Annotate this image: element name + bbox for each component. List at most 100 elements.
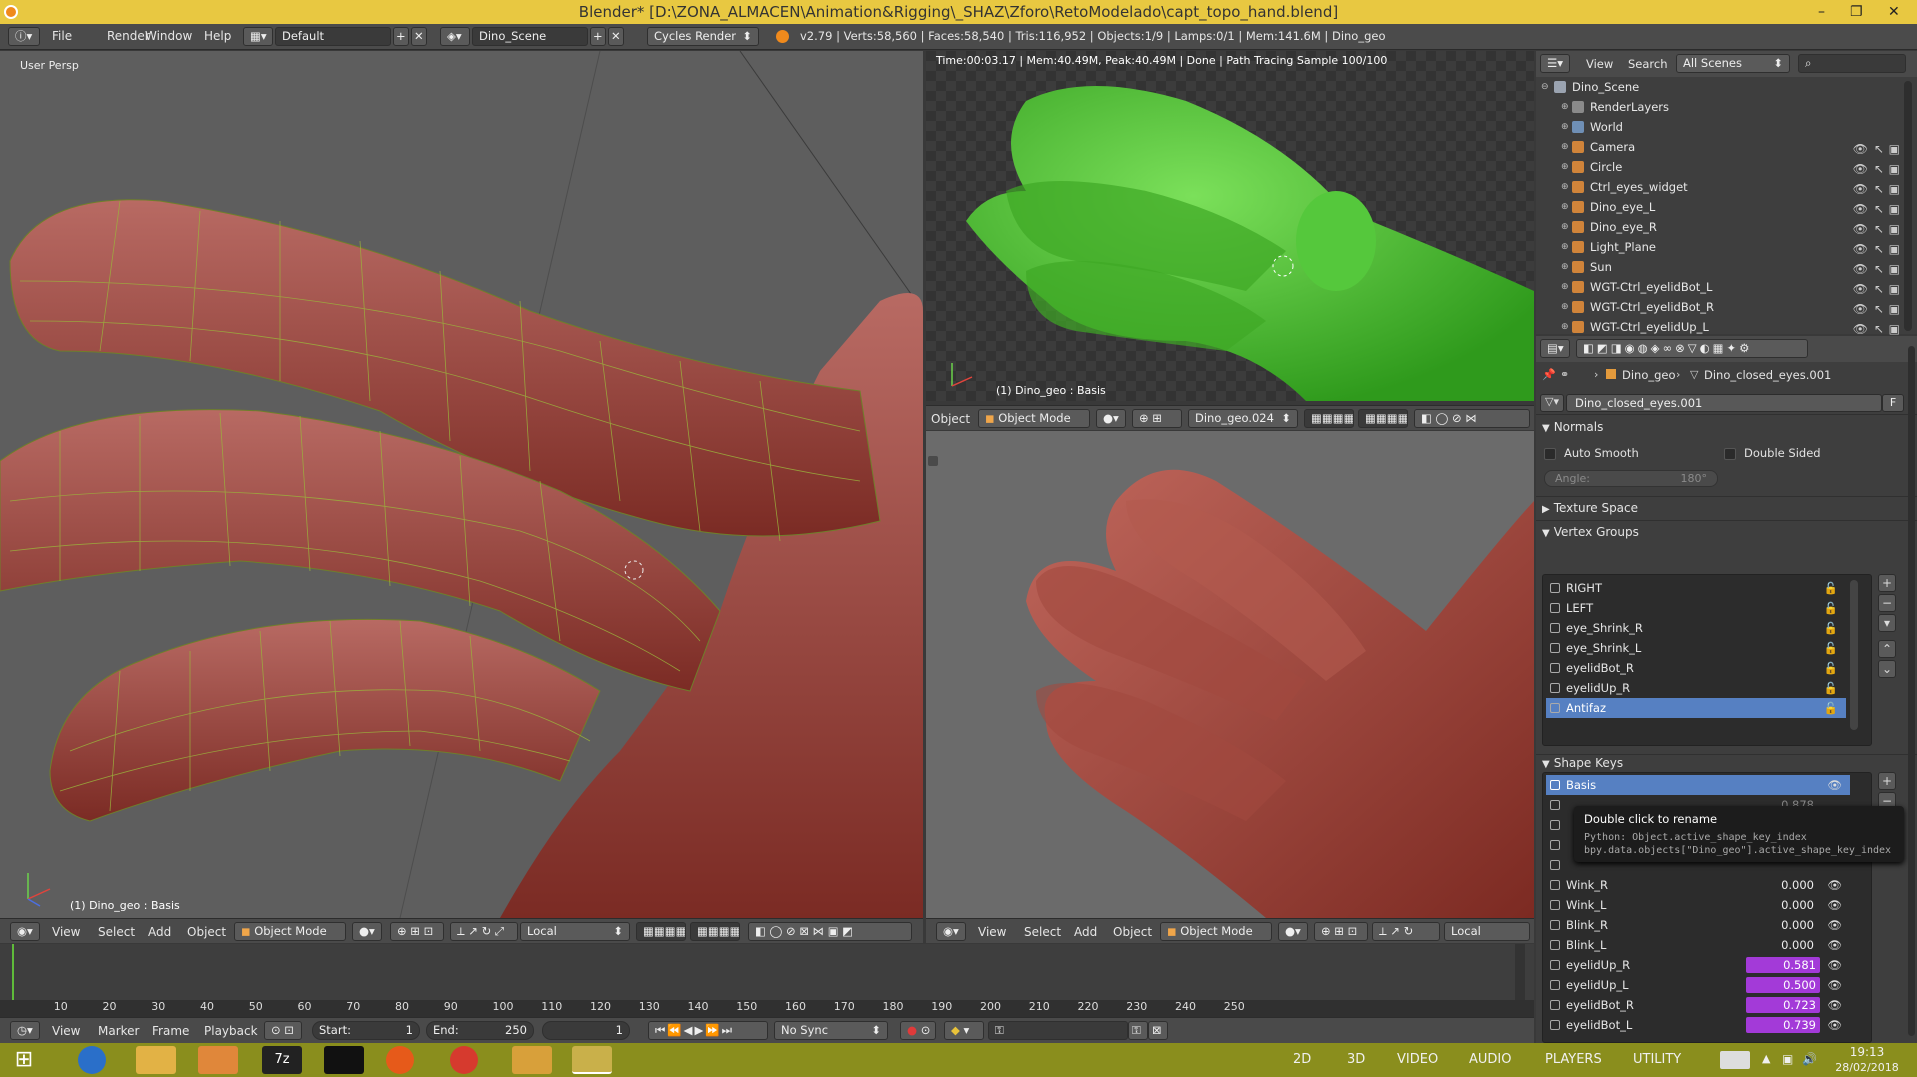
vertex-groups-scrollbar[interactable] (1850, 580, 1858, 730)
clock-time[interactable]: 19:13 (1832, 1045, 1902, 1059)
editor-type-outliner-icon[interactable]: ☰▾ (1540, 54, 1570, 73)
outliner-item[interactable]: ⊕ Light_Plane 👁 ↖ ▣ (1536, 237, 1908, 257)
menu-file[interactable]: File (52, 29, 72, 43)
shape-key-item[interactable]: Wink_L 0.000 👁 (1546, 895, 1850, 915)
terminal-icon[interactable] (324, 1046, 364, 1074)
move-up-icon[interactable]: ⌃ (1878, 640, 1896, 658)
firefox-icon[interactable] (386, 1046, 414, 1074)
selectable-arrow-icon[interactable]: ↖ (1874, 159, 1884, 179)
shape-key-item[interactable]: eyelidBot_L 0.739 👁 (1546, 1015, 1850, 1035)
mesh-browse-icon[interactable]: ▽▾ (1540, 394, 1564, 412)
delete-scene-icon[interactable]: ✕ (608, 27, 624, 46)
visibility-eye-icon[interactable]: 👁 (1853, 259, 1868, 279)
editor-type-3d-icon[interactable]: ◉▾ (936, 922, 966, 941)
shape-key-value[interactable]: 0.000 (1781, 935, 1814, 955)
expand-icon[interactable]: ⊕ (1561, 317, 1569, 337)
minimize-button[interactable]: – (1818, 0, 1825, 24)
keying-set-field[interactable]: ⚿ (988, 1021, 1128, 1040)
outliner-root-row[interactable]: ⊖ Dino_Scene (1536, 77, 1908, 97)
vertex-group-item[interactable]: eye_Shrink_L 🔓 (1546, 638, 1846, 658)
menu-object[interactable]: Object (931, 412, 970, 426)
menu-help[interactable]: Help (204, 29, 231, 43)
vertex-groups-section-header[interactable]: ▼ Vertex Groups (1542, 521, 1902, 543)
insert-keyframe-icon[interactable]: ⚿ (1128, 1021, 1148, 1040)
preview-range-icon[interactable]: ⊙ ⊡ (264, 1021, 302, 1040)
viewport-bottom[interactable] (926, 431, 1534, 918)
blender-taskbar-icon[interactable] (572, 1046, 612, 1074)
render-engine-select[interactable]: Cycles Render ⬍ (647, 27, 759, 46)
orientation-select[interactable]: Local ⬍ (520, 922, 630, 941)
selectable-arrow-icon[interactable]: ↖ (1874, 299, 1884, 319)
timeline-area[interactable] (0, 944, 1534, 1018)
expand-icon[interactable]: ⊕ (1561, 97, 1569, 117)
eye-icon[interactable]: 👁 (1827, 1015, 1842, 1035)
outliner-menu-view[interactable]: View (1586, 57, 1613, 71)
mode-select[interactable]: ◼ Object Mode (978, 409, 1090, 428)
expand-icon[interactable]: ⊕ (1561, 197, 1569, 217)
texture-space-section-header[interactable]: ▶ Texture Space (1542, 497, 1902, 519)
render-camera-icon[interactable]: ▣ (1889, 299, 1900, 319)
region-toggle-icon[interactable] (928, 456, 938, 466)
lock-icon[interactable]: 🔓 (1824, 698, 1838, 718)
expand-icon[interactable]: ⊕ (1561, 297, 1569, 317)
shading-render-icon[interactable]: ●▾ (1096, 409, 1126, 428)
visibility-eye-icon[interactable]: 👁 (1853, 179, 1868, 199)
viewport-tools-icons[interactable]: ◧ ◯ ⊘ ⋈ (1414, 409, 1530, 428)
shape-key-basis[interactable]: Basis 👁 (1546, 775, 1850, 795)
double-sided-checkbox[interactable]: Double Sided (1724, 446, 1821, 460)
shape-key-item[interactable]: Blink_L 0.000 👁 (1546, 935, 1850, 955)
outliner-item[interactable]: ⊕ Camera 👁 ↖ ▣ (1536, 137, 1908, 157)
layer-buttons-b[interactable]: ▦▦▦▦▦ (1358, 409, 1408, 428)
screen-layout-field[interactable]: Default (275, 27, 391, 46)
vertex-group-item[interactable]: RIGHT 🔓 (1546, 578, 1846, 598)
visibility-eye-icon[interactable]: 👁 (1853, 299, 1868, 319)
shape-key-item[interactable]: eyelidBot_R 0.723 👁 (1546, 995, 1850, 1015)
tray-2d[interactable]: 2D (1293, 1052, 1311, 1067)
eye-icon[interactable]: 👁 (1827, 915, 1842, 935)
menu-select[interactable]: Select (1024, 925, 1061, 939)
menu-view[interactable]: View (52, 1024, 80, 1038)
outliner-item[interactable]: ⊕ Ctrl_eyes_widget 👁 ↖ ▣ (1536, 177, 1908, 197)
selectable-arrow-icon[interactable]: ↖ (1874, 179, 1884, 199)
render-camera-icon[interactable]: ▣ (1889, 159, 1900, 179)
outliner-item[interactable]: ⊕ WGT-Ctrl_eyelidBot_R 👁 ↖ ▣ (1536, 297, 1908, 317)
shape-key-value[interactable]: 0.000 (1781, 915, 1814, 935)
app-icon-2[interactable] (512, 1046, 552, 1074)
pivot-snap-icons[interactable]: ⊕ ⊞ (1132, 409, 1182, 428)
menu-view[interactable]: View (978, 925, 1006, 939)
editor-type-timeline-icon[interactable]: ◷▾ (10, 1021, 40, 1040)
expand-icon[interactable]: ⊕ (1561, 177, 1569, 197)
lock-icon[interactable]: 🔓 (1824, 618, 1838, 638)
7zip-icon[interactable]: 7z (262, 1046, 302, 1074)
manipulator-icons[interactable]: ⟂ ↗ ↻ ⤢ (450, 922, 518, 941)
eye-icon[interactable]: 👁 (1827, 975, 1842, 995)
shading-sphere-icon[interactable]: ●▾ (1278, 922, 1308, 941)
pivot-snap-icons[interactable]: ⊕ ⊞ ⊡ (1314, 922, 1368, 941)
windows-start-icon[interactable]: ⊞ (8, 1046, 40, 1074)
lock-icon[interactable]: 🔓 (1824, 578, 1838, 598)
render-camera-icon[interactable]: ▣ (1889, 259, 1900, 279)
menu-frame[interactable]: Frame (152, 1024, 189, 1038)
outliner-item[interactable]: ⊕ Dino_eye_R 👁 ↖ ▣ (1536, 217, 1908, 237)
file-explorer-icon[interactable] (136, 1046, 176, 1074)
expand-icon[interactable]: ⊕ (1561, 117, 1569, 137)
mode-select[interactable]: ◼ Object Mode (1160, 922, 1272, 941)
current-frame-field[interactable]: 1 (542, 1021, 630, 1040)
screen-layout-icon[interactable]: ▦▾ (243, 27, 273, 46)
chrome-icon[interactable] (450, 1046, 478, 1074)
outliner-item[interactable]: ⊕ Circle 👁 ↖ ▣ (1536, 157, 1908, 177)
lock-icon[interactable]: 🔓 (1824, 598, 1838, 618)
render-camera-icon[interactable]: ▣ (1889, 279, 1900, 299)
visibility-eye-icon[interactable]: 👁 (1853, 159, 1868, 179)
shape-key-value[interactable]: 0.581 (1746, 957, 1820, 973)
editor-type-3d-icon[interactable]: ◉▾ (10, 922, 40, 941)
normals-section-header[interactable]: ▼ Normals (1542, 416, 1902, 438)
menu-object[interactable]: Object (1113, 925, 1152, 939)
shape-key-value[interactable]: 0.500 (1746, 977, 1820, 993)
shape-key-item[interactable]: Wink_R 0.000 👁 (1546, 875, 1850, 895)
render-camera-icon[interactable]: ▣ (1889, 219, 1900, 239)
menu-marker[interactable]: Marker (98, 1024, 139, 1038)
record-icon[interactable]: ● ⊙ (900, 1021, 936, 1040)
pivot-snap-icons[interactable]: ⊕ ⊞ ⊡ (390, 922, 444, 941)
maximize-button[interactable]: ❐ (1850, 0, 1863, 24)
